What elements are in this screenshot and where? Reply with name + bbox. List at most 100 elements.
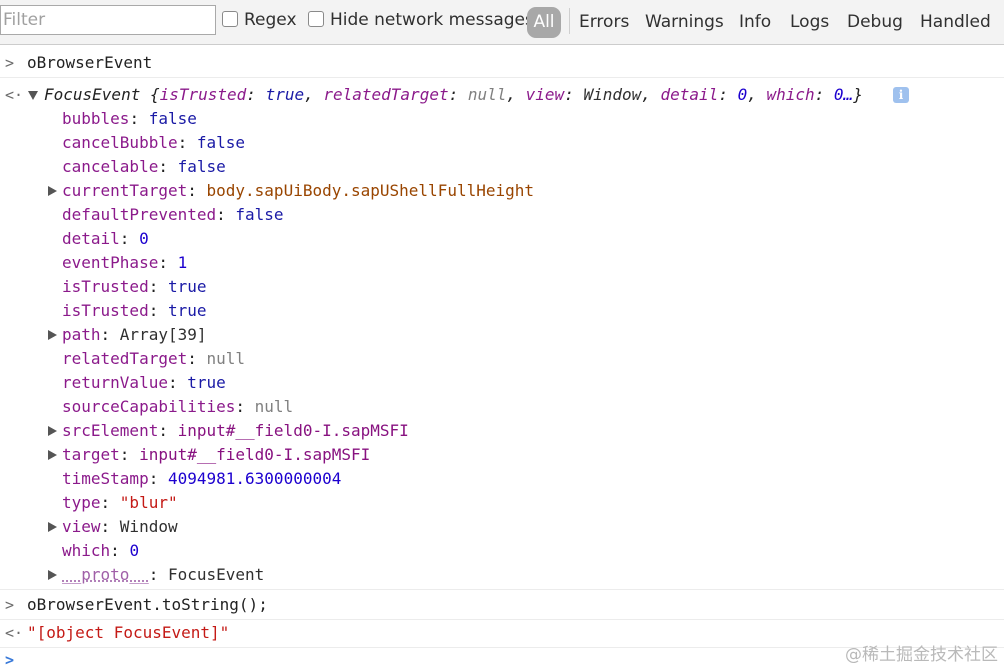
- property-value: false: [178, 157, 226, 176]
- object-preview: FocusEvent {isTrusted: true, relatedTarg…: [44, 83, 863, 107]
- preview-value: true: [266, 85, 305, 104]
- property-row: sourceCapabilities: null: [0, 395, 1004, 419]
- preview-value: null: [468, 85, 507, 104]
- property-row: returnValue: true: [0, 371, 1004, 395]
- level-logs-button[interactable]: Logs: [790, 12, 829, 32]
- expand-triangle-right-icon[interactable]: [48, 330, 57, 340]
- console-output: > oBrowserEvent <· FocusEvent {isTrusted…: [0, 46, 1004, 668]
- property-value: false: [197, 133, 245, 152]
- property-value: 0: [139, 229, 149, 248]
- property-key: path: [62, 325, 101, 344]
- property-key: defaultPrevented: [62, 205, 216, 224]
- level-all-button[interactable]: All: [527, 7, 561, 38]
- expand-triangle-down-icon[interactable]: [28, 91, 38, 100]
- hide-network-label: Hide network messages: [330, 10, 534, 30]
- return-arrow-icon: <·: [5, 621, 23, 645]
- return-arrow-icon: <·: [5, 83, 23, 107]
- command-text: oBrowserEvent: [27, 51, 152, 75]
- property-key: bubbles: [62, 109, 129, 128]
- hide-network-checkbox[interactable]: [308, 11, 324, 27]
- property-value: FocusEvent: [168, 565, 264, 584]
- console-result-header[interactable]: <· FocusEvent {isTrusted: true, relatedT…: [0, 83, 1004, 107]
- watermark: @稀土掘金技术社区: [845, 640, 998, 665]
- property-row: eventPhase: 1: [0, 251, 1004, 275]
- property-value: true: [168, 301, 207, 320]
- preview-class: FocusEvent: [44, 85, 140, 104]
- property-row: isTrusted: true: [0, 299, 1004, 323]
- property-row: cancelBubble: false: [0, 131, 1004, 155]
- property-value: input#__field0-I.sapMSFI: [139, 445, 370, 464]
- expand-triangle-right-icon[interactable]: [48, 450, 57, 460]
- expand-triangle-right-icon[interactable]: [48, 186, 57, 196]
- chevron-right-icon: >: [5, 593, 14, 617]
- expand-triangle-right-icon[interactable]: [48, 570, 57, 580]
- property-row: timeStamp: 4094981.6300000004: [0, 467, 1004, 491]
- property-row: relatedTarget: null: [0, 347, 1004, 371]
- property-row[interactable]: currentTarget: body.sapUiBody.sapUShellF…: [0, 179, 1004, 203]
- property-row: which: 0: [0, 539, 1004, 563]
- property-value: true: [187, 373, 226, 392]
- property-key: currentTarget: [62, 181, 187, 200]
- expand-triangle-right-icon[interactable]: [48, 522, 57, 532]
- property-key: cancelable: [62, 157, 158, 176]
- property-key: cancelBubble: [62, 133, 178, 152]
- result-string: "[object FocusEvent]": [27, 621, 229, 645]
- preview-key: isTrusted: [160, 85, 247, 104]
- property-key: target: [62, 445, 120, 464]
- property-value: input#__field0-I.sapMSFI: [178, 421, 409, 440]
- level-handled-button[interactable]: Handled: [920, 12, 991, 32]
- level-warnings-button[interactable]: Warnings: [645, 12, 724, 32]
- property-row[interactable]: view: Window: [0, 515, 1004, 539]
- property-key: type: [62, 493, 101, 512]
- level-errors-button[interactable]: Errors: [579, 12, 629, 32]
- property-row[interactable]: srcElement: input#__field0-I.sapMSFI: [0, 419, 1004, 443]
- property-value: null: [255, 397, 294, 416]
- preview-value: Window: [583, 85, 641, 104]
- property-value: false: [235, 205, 283, 224]
- property-row: cancelable: false: [0, 155, 1004, 179]
- property-key: sourceCapabilities: [62, 397, 235, 416]
- chevron-right-icon: >: [5, 51, 14, 75]
- console-input-line: > oBrowserEvent.toString();: [0, 593, 1004, 617]
- preview-key: which: [766, 85, 814, 104]
- property-value: false: [149, 109, 197, 128]
- preview-key: relatedTarget: [323, 85, 448, 104]
- property-value: Array[39]: [120, 325, 207, 344]
- command-text: oBrowserEvent.toString();: [27, 593, 268, 617]
- preview-open: {: [140, 85, 159, 104]
- preview-key: view: [526, 85, 565, 104]
- property-key: srcElement: [62, 421, 158, 440]
- property-value: true: [168, 277, 207, 296]
- property-row[interactable]: target: input#__field0-I.sapMSFI: [0, 443, 1004, 467]
- preview-value: 0…: [834, 85, 853, 104]
- property-row[interactable]: path: Array[39]: [0, 323, 1004, 347]
- regex-checkbox[interactable]: [222, 11, 238, 27]
- line-divider: [0, 619, 1004, 620]
- property-row: detail: 0: [0, 227, 1004, 251]
- property-row: isTrusted: true: [0, 275, 1004, 299]
- console-toolbar: Regex Hide network messages All Errors W…: [0, 0, 1004, 45]
- property-key: isTrusted: [62, 277, 149, 296]
- property-value: 1: [178, 253, 188, 272]
- property-value: "blur": [120, 493, 178, 512]
- property-key: detail: [62, 229, 120, 248]
- info-icon[interactable]: i: [893, 87, 909, 103]
- expand-triangle-right-icon[interactable]: [48, 426, 57, 436]
- prompt-caret-icon: >: [5, 648, 14, 668]
- property-key: relatedTarget: [62, 349, 187, 368]
- property-value: 4094981.6300000004: [168, 469, 341, 488]
- property-key: which: [62, 541, 110, 560]
- property-row[interactable]: __proto__: FocusEvent: [0, 563, 1004, 587]
- level-info-button[interactable]: Info: [739, 12, 771, 32]
- property-value: body.sapUiBody.sapUShellFullHeight: [207, 181, 535, 200]
- console-input-line: > oBrowserEvent: [0, 51, 1004, 75]
- property-key: isTrusted: [62, 301, 149, 320]
- level-debug-button[interactable]: Debug: [847, 12, 903, 32]
- line-divider: [0, 77, 1004, 78]
- regex-label: Regex: [244, 10, 297, 30]
- property-key: eventPhase: [62, 253, 158, 272]
- property-row: bubbles: false: [0, 107, 1004, 131]
- property-key: timeStamp: [62, 469, 149, 488]
- filter-input[interactable]: [0, 5, 216, 35]
- property-value: Window: [120, 517, 178, 536]
